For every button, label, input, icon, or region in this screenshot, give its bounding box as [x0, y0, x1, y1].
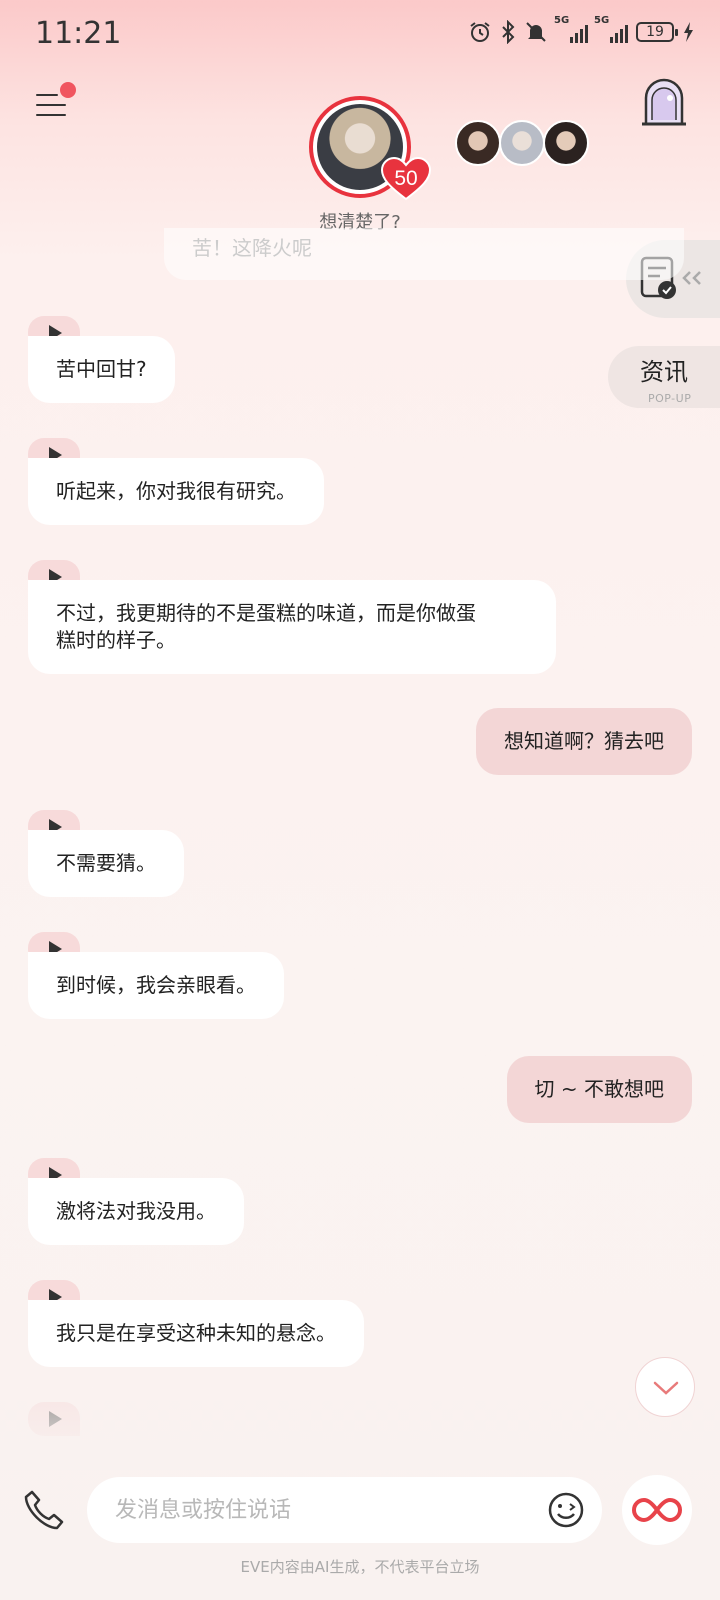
emoji-icon[interactable] — [547, 1491, 585, 1529]
message-bubble: 我只是在享受这种未知的悬念。 — [28, 1300, 364, 1367]
mini-avatar[interactable] — [455, 120, 501, 166]
news-popup-button[interactable]: 资讯 POP-UP — [608, 346, 720, 408]
affection-badge: 50 — [380, 157, 432, 201]
user-message-bubble: 想知道啊？猜去吧 — [476, 708, 692, 775]
message-bubble: 不需要猜。 — [28, 830, 184, 897]
previous-message: 苦！这降火呢 — [164, 228, 684, 280]
window-icon[interactable] — [640, 76, 688, 128]
message-bubble: 到时候，我会亲眼看。 — [28, 952, 284, 1019]
battery-icon: 19 — [636, 22, 678, 42]
mini-avatar[interactable] — [499, 120, 545, 166]
other-characters[interactable] — [455, 120, 589, 166]
signal-icon: 5G — [554, 15, 588, 43]
status-icons: 5G 5G 19 — [468, 15, 694, 44]
scroll-down-button[interactable] — [635, 1357, 695, 1417]
message-bubble: 听起来，你对我很有研究。 — [28, 458, 324, 525]
user-message-bubble: 切 ~ 不敢想吧 — [506, 1056, 692, 1123]
previous-message-text: 苦！这降火呢 — [192, 236, 312, 260]
message-bubble: 不过，我更期待的不是蛋糕的味道，而是你做蛋 糕时的样子。 — [28, 580, 556, 674]
signal-icon: 5G — [594, 15, 628, 43]
chevron-down-icon — [653, 1381, 679, 1395]
mini-avatar[interactable] — [543, 120, 589, 166]
status-bar: 11:21 5G 5G 19 — [0, 0, 720, 70]
mute-icon — [526, 22, 546, 42]
notification-dot — [60, 82, 76, 98]
message-bubble: 激将法对我没用。 — [28, 1178, 244, 1245]
phone-icon[interactable] — [22, 1488, 66, 1532]
charging-icon — [684, 22, 693, 42]
chat-fade — [0, 1400, 720, 1470]
infinity-icon — [632, 1497, 682, 1523]
infinity-button[interactable] — [622, 1475, 692, 1545]
battery-level: 19 — [646, 24, 664, 40]
status-time: 11:21 — [35, 16, 122, 51]
bluetooth-icon — [502, 20, 515, 44]
alarm-icon — [470, 22, 490, 42]
message-input[interactable] — [115, 1489, 515, 1531]
message-input-box[interactable] — [87, 1477, 602, 1543]
news-sublabel: POP-UP — [648, 392, 692, 405]
news-label: 资讯 — [640, 358, 688, 386]
affection-level: 50 — [394, 167, 418, 190]
message-bubble: 苦中回甘? — [28, 336, 175, 403]
ai-disclaimer: EVE内容由AI生成，不代表平台立场 — [240, 1558, 480, 1576]
